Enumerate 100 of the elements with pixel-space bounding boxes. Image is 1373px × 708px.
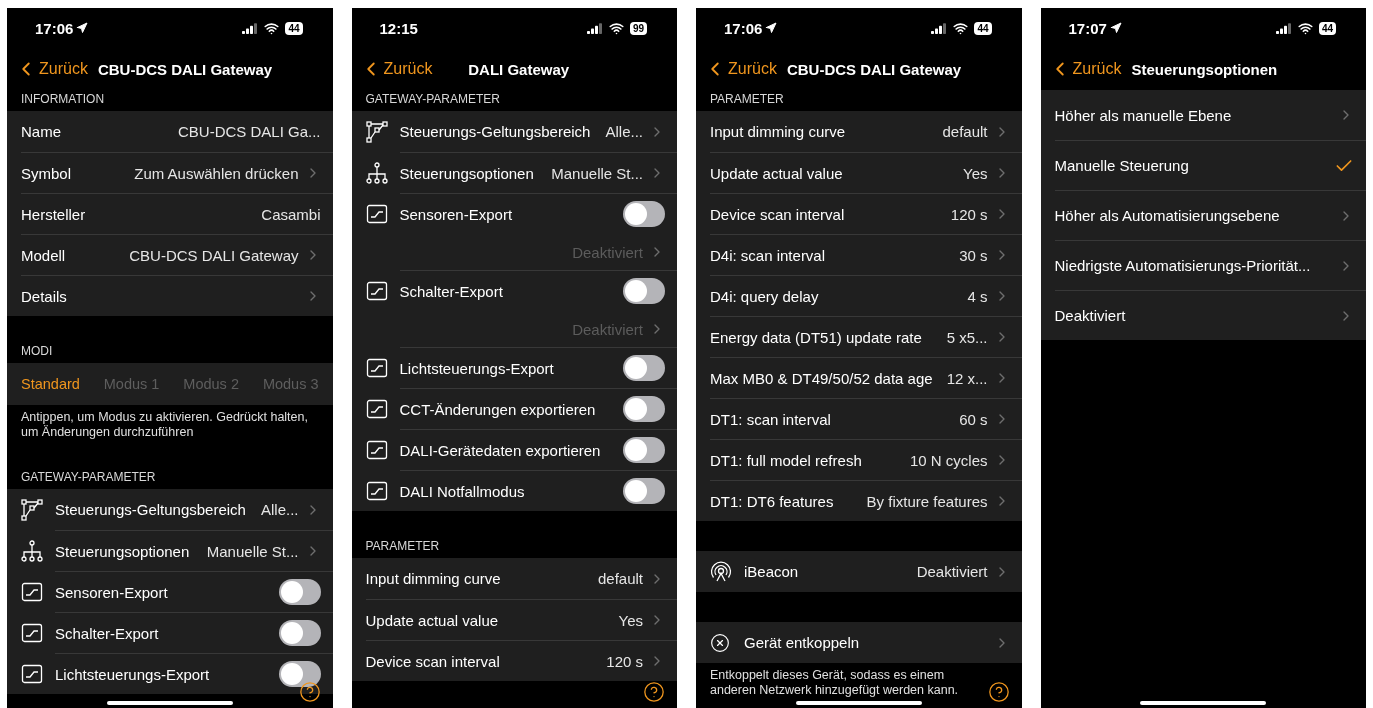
row-label: Input dimming curve: [365, 570, 501, 587]
back-button[interactable]: Zurück: [359, 58, 433, 80]
nav-title: CBU-DCS DALI Gateway: [97, 60, 273, 78]
chart-icon: [21, 580, 43, 603]
row-label: DT1: full model refresh: [710, 451, 862, 469]
row-value: 60 s: [959, 410, 988, 428]
row-value: 120 s: [950, 205, 988, 223]
toggle-switch[interactable]: [278, 661, 321, 687]
settings-row[interactable]: Lichtsteuerungs-Export: [7, 653, 333, 694]
network-nodes-icon: [365, 120, 388, 143]
row-label: Energy data (DT51) update rate: [710, 328, 922, 346]
option-row[interactable]: Höher als manuelle Ebene: [1040, 90, 1366, 140]
settings-row[interactable]: DALI Notfallmodus: [351, 470, 677, 511]
toggle-switch[interactable]: [278, 579, 321, 605]
chart-icon: [365, 438, 388, 461]
option-label: Manuelle Steuerung: [1054, 157, 1189, 174]
row-label: DALI Notfallmodus: [399, 482, 525, 500]
footnote-text: Entkoppelt dieses Gerät, sodass es einem anderen Netzwerk hinzugefügt werden kann.: [709, 667, 960, 699]
settings-row[interactable]: Details: [7, 275, 333, 316]
settings-row[interactable]: Steuerungs-Geltungsbereich Alle...: [351, 111, 677, 152]
settings-row[interactable]: Schalter-Export: [351, 270, 677, 311]
settings-row[interactable]: Schalter-Export: [7, 612, 333, 653]
settings-row[interactable]: D4i: scan interval 30 s: [696, 234, 1022, 275]
settings-row[interactable]: Sensoren-Export: [7, 571, 333, 612]
settings-row[interactable]: Lichtsteuerungs-Export: [351, 347, 677, 388]
settings-row[interactable]: Device scan interval 120 s: [351, 640, 677, 681]
settings-row[interactable]: Update actual value Yes: [351, 599, 677, 640]
toggle-switch[interactable]: [623, 201, 665, 227]
nav-title: DALI Gateway: [467, 60, 571, 78]
row-label: D4i: query delay: [710, 287, 819, 305]
settings-row[interactable]: DALI-Gerätedaten exportieren: [351, 429, 677, 470]
wifi-icon: [264, 20, 280, 36]
row-value: 30 s: [959, 246, 988, 264]
settings-row[interactable]: CCT-Änderungen exportieren: [351, 388, 677, 429]
option-row[interactable]: Niedrigste Automatisierungs-Priorität...: [1040, 240, 1366, 290]
row-value: default: [597, 570, 643, 587]
row-value: Alle...: [261, 501, 299, 518]
option-row[interactable]: Deaktiviert: [1040, 290, 1366, 340]
row-value: By fixture features: [866, 492, 988, 510]
toggle-switch[interactable]: [623, 355, 665, 381]
settings-row[interactable]: Max MB0 & DT49/50/52 data age 12 x...: [696, 357, 1022, 398]
help-icon[interactable]: [298, 681, 321, 703]
settings-row[interactable]: Gerät entkoppeln: [696, 622, 1022, 663]
row-label: Steuerungsoptionen: [399, 164, 534, 182]
chart-icon: [365, 356, 388, 379]
row-label: Update actual value: [710, 164, 843, 182]
settings-row[interactable]: Steuerungs-Geltungsbereich Alle...: [7, 489, 333, 530]
toggle-switch[interactable]: [623, 437, 665, 463]
settings-row[interactable]: iBeacon Deaktiviert: [696, 551, 1022, 592]
row-label: Device scan interval: [365, 652, 500, 670]
settings-row[interactable]: DT1: full model refresh 10 N cycles: [696, 439, 1022, 480]
row-detail: Deaktiviert: [572, 320, 643, 338]
wifi-icon: [1297, 20, 1313, 36]
settings-row[interactable]: D4i: query delay 4 s: [696, 275, 1022, 316]
row-value: 12 x...: [946, 369, 988, 387]
settings-row[interactable]: Modell CBU-DCS DALI Gateway: [7, 234, 333, 275]
settings-row[interactable]: Steuerungsoptionen Manuelle St...: [351, 152, 677, 193]
chart-icon: [21, 662, 43, 685]
settings-row[interactable]: Input dimming curve default: [696, 111, 1022, 152]
row-value: Manuelle St...: [551, 164, 643, 182]
settings-row[interactable]: Sensoren-Export: [351, 193, 677, 234]
settings-row[interactable]: Name CBU-DCS DALI Ga...: [7, 111, 333, 152]
section-header: GATEWAY-PARAMETER: [20, 469, 157, 486]
row-label: Sensoren-Export: [399, 205, 513, 223]
battery-level: 44: [974, 21, 992, 35]
toggle-switch[interactable]: [278, 620, 321, 646]
row-value: Casambi: [261, 205, 321, 223]
settings-row[interactable]: Update actual value Yes: [696, 152, 1022, 193]
back-button[interactable]: Zurück: [15, 58, 88, 80]
settings-row[interactable]: Hersteller Casambi: [7, 193, 333, 234]
row-label: Lichtsteuerungs-Export: [399, 359, 554, 377]
toggle-switch[interactable]: [623, 396, 665, 422]
chart-icon: [365, 279, 388, 302]
row-label: Hersteller: [21, 205, 86, 223]
back-button[interactable]: Zurück: [704, 58, 777, 80]
help-icon[interactable]: [987, 681, 1010, 703]
status-time: 12:15: [379, 19, 418, 37]
toggle-switch[interactable]: [623, 278, 665, 304]
back-button[interactable]: Zurück: [1048, 58, 1122, 80]
settings-row[interactable]: Device scan interval 120 s: [696, 193, 1022, 234]
row-label: DT1: scan interval: [710, 410, 831, 428]
toggle-switch[interactable]: [623, 478, 665, 504]
settings-row[interactable]: Symbol Zum Auswählen drücken: [7, 152, 333, 193]
row-value: default: [942, 123, 988, 140]
settings-row[interactable]: DT1: DT6 features By fixture features: [696, 480, 1022, 521]
option-row[interactable]: Manuelle Steuerung: [1040, 140, 1366, 190]
mode-tab[interactable]: Standard: [21, 376, 80, 392]
help-icon[interactable]: [643, 681, 665, 703]
settings-row[interactable]: DT1: scan interval 60 s: [696, 398, 1022, 439]
row-label: Name: [21, 123, 61, 140]
status-time: 17:06: [724, 19, 763, 37]
settings-row[interactable]: Energy data (DT51) update rate 5 x5...: [696, 316, 1022, 357]
settings-row[interactable]: Steuerungsoptionen Manuelle St...: [7, 530, 333, 571]
hierarchy-icon: [21, 539, 43, 562]
settings-row[interactable]: Input dimming curve default: [351, 558, 677, 599]
section-header: MODI: [20, 343, 54, 360]
signal-icon: [586, 22, 603, 34]
option-row[interactable]: Höher als Automatisierungsebene: [1040, 190, 1366, 240]
chart-icon: [365, 202, 388, 225]
section-header: INFORMATION: [20, 91, 106, 108]
